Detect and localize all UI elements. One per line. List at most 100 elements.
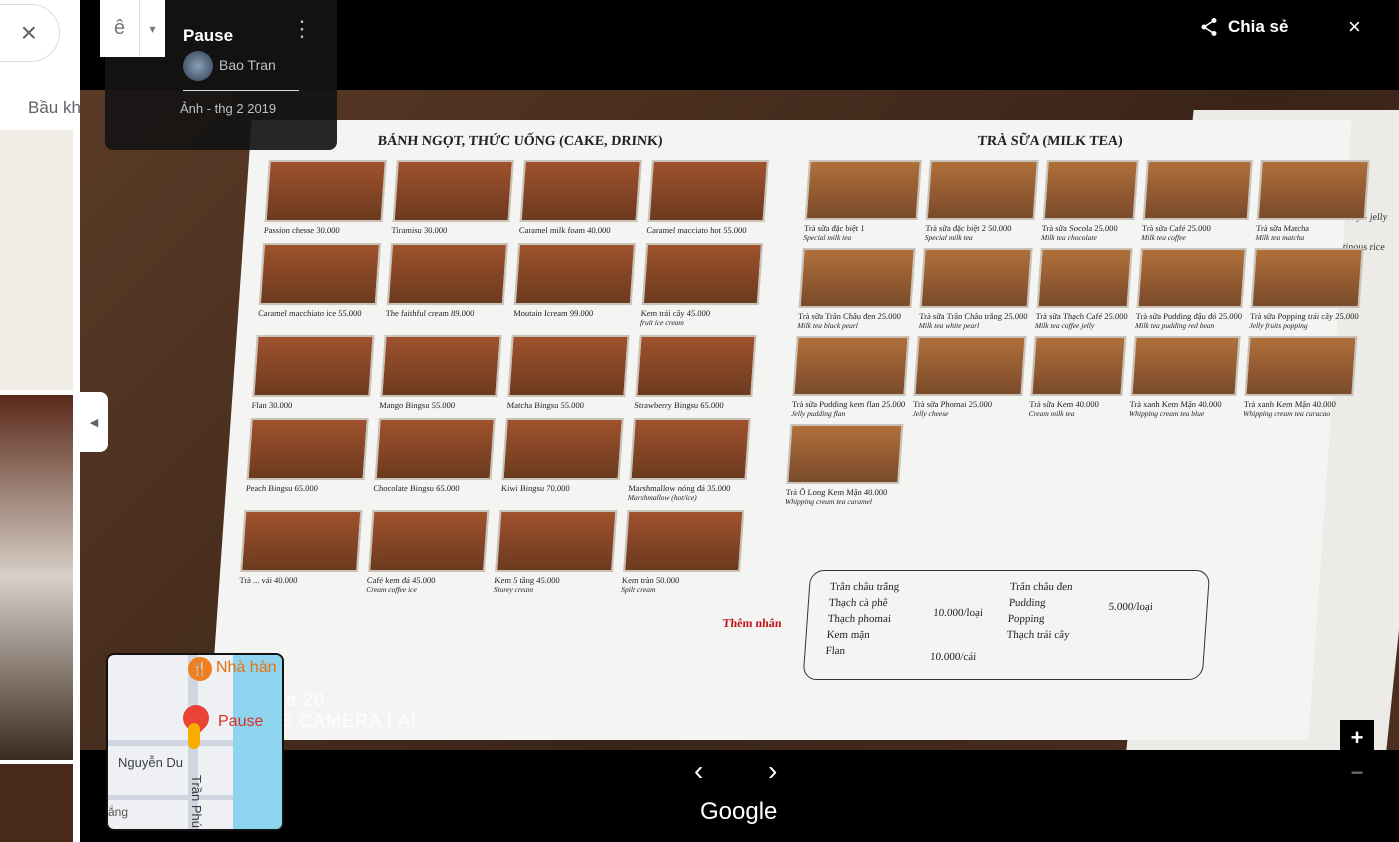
menu-item-name: Kem 5 tầng 45.000 xyxy=(494,575,561,585)
menu-item-name: Trà sữa Trân Châu đen 25.000 xyxy=(797,311,902,321)
menu-item-image xyxy=(1042,160,1139,220)
menu-item-english: Jelly fruits popping xyxy=(1249,321,1309,330)
menu-item-english: Special milk tea xyxy=(924,233,974,242)
menu-item-image xyxy=(629,418,751,480)
menu-item-image xyxy=(240,510,362,572)
pegman-icon[interactable] xyxy=(188,723,200,749)
ime-dropdown-icon[interactable]: ▾ xyxy=(140,0,165,57)
menu-item-image xyxy=(519,160,642,222)
menu-item: Moutain Icream 99.000 xyxy=(512,243,636,327)
close-search-button[interactable]: × xyxy=(0,4,60,62)
menu-item-english: Jelly cheese xyxy=(912,409,949,418)
menu-item-english: Milk tea chocolate xyxy=(1040,233,1098,242)
share-button[interactable]: Chia sẻ xyxy=(1200,17,1288,37)
menu-item-name: The faithful cream 89.000 xyxy=(385,308,475,318)
menu-item-english: Cream milk tea xyxy=(1028,409,1075,418)
zoom-out-button[interactable]: − xyxy=(1340,755,1374,790)
menu-item-image xyxy=(507,335,630,397)
menu-item: The faithful cream 89.000 xyxy=(385,243,509,327)
topping-price: 5.000/loại xyxy=(1108,601,1154,613)
menu-item: Kem trái cây 45.000 fruit ice cream xyxy=(639,243,764,327)
chevron-left-icon: ◀ xyxy=(89,416,99,429)
menu-item-english: Milk tea coffee xyxy=(1140,233,1187,242)
menu-item-image xyxy=(786,424,904,484)
road xyxy=(108,740,233,746)
menu-item: Trà sữa đặc biệt 1 Special milk tea xyxy=(803,160,923,242)
prev-photo-button[interactable]: ‹ xyxy=(694,755,703,787)
menu-item: Trà xanh Kem Mận 40.000 Whipping cream te… xyxy=(1129,336,1241,418)
photo-thumbnail[interactable] xyxy=(0,130,73,390)
topping-item: Flan xyxy=(825,645,846,657)
menu-item: Flan 30.000 xyxy=(251,335,375,410)
menu-item-image xyxy=(1142,160,1253,220)
zoom-in-button[interactable]: + xyxy=(1340,720,1374,755)
menu-item: Caramel milk foam 40.000 xyxy=(519,160,642,235)
menu-item-image xyxy=(1036,248,1133,308)
menu-item-image xyxy=(798,248,917,308)
menu-item-english: Milk tea pudding red bean xyxy=(1134,321,1215,330)
topping-price: 10.000/cái xyxy=(929,651,977,663)
menu-item-name: Mango Bingsu 55.000 xyxy=(378,400,456,410)
topping-item: Trân châu trắng xyxy=(829,581,900,593)
author-name[interactable]: Bao Tran xyxy=(219,57,276,73)
ime-char[interactable]: ê xyxy=(100,0,140,57)
zoom-controls: + − xyxy=(1340,720,1374,790)
next-photo-button[interactable]: › xyxy=(768,755,777,787)
close-viewer-button[interactable]: × xyxy=(1348,14,1361,40)
menu-item: Caramel macciato hot 55.000 xyxy=(646,160,769,235)
menu-item-image xyxy=(641,243,764,305)
menu-item-name: Trà sữa Pudding đậu đỏ 25.000 xyxy=(1135,311,1243,321)
menu-item-name: Trà xanh Kem Mận 40.000 xyxy=(1129,399,1222,409)
place-label: Pause xyxy=(218,713,264,730)
menu-item-image xyxy=(252,335,375,397)
minimap[interactable]: 🍴 Nhà hàn Pause Nguyễn Du Trần Phú ắng xyxy=(106,653,284,831)
partial-tab-label[interactable]: Bầu kh xyxy=(28,98,80,118)
avatar[interactable] xyxy=(183,51,213,81)
menu-item-name: Café kem đá 45.000 xyxy=(366,575,436,585)
menu-item-name: Tiramisu 30.000 xyxy=(391,225,448,235)
menu-item-name: Caramel milk foam 40.000 xyxy=(518,225,611,235)
menu-item: Trà sữa Socola 25.000 Milk tea chocolate xyxy=(1041,160,1139,242)
menu-item-image xyxy=(913,336,1027,396)
menu-item-english: Spilt cream xyxy=(621,585,656,594)
photo-thumbnail[interactable] xyxy=(0,395,73,760)
close-icon: × xyxy=(20,17,37,48)
menu-item-name: Trà sữa Popping trái cây 25.000 xyxy=(1249,311,1360,321)
menu-item: Trà ... vải 40.000 xyxy=(239,510,362,594)
menu-item-image xyxy=(926,160,1039,220)
street-label: Trần Phú xyxy=(189,775,204,828)
topping-item: Kem mặn xyxy=(826,629,871,641)
street-label: Nguyễn Du xyxy=(118,755,184,770)
menu-item: Passion chesse 30.000 xyxy=(264,160,387,235)
menu-item-image xyxy=(495,510,617,572)
place-title[interactable]: Pause xyxy=(183,26,233,46)
topping-item: Pudding xyxy=(1008,597,1047,609)
menu-item-image xyxy=(386,243,509,305)
menu-item-image xyxy=(258,243,381,305)
menu-photo[interactable]: SỮA CHUASữa chua đá/ Yogurt iceSữa chua … xyxy=(80,90,1399,750)
menu-item-english: Storey cream xyxy=(493,585,534,594)
sea xyxy=(233,655,282,829)
toppings-box: Thêm nhân Trân châu trắng Thạch cà phê Thạ… xyxy=(722,570,1211,680)
menu-item: Chocolate Bingsu 65.000 xyxy=(372,418,496,502)
menu-item: Trà sữa Popping trái cây 25.000 Jelly fru… xyxy=(1249,248,1364,330)
menu-item-image xyxy=(1244,336,1358,396)
menu-item-image xyxy=(264,160,387,222)
photo-thumbnail[interactable] xyxy=(0,764,73,842)
menu-item-image xyxy=(246,418,369,480)
road xyxy=(108,795,233,800)
tea-heading: TRÀ SỮA (MILK TEA) xyxy=(977,134,1124,149)
menu-item-name: Trà sữa Phomai 25.000 xyxy=(912,399,993,409)
menu-item-image xyxy=(792,336,910,396)
menu-item-image xyxy=(501,418,624,480)
collapse-panel-button[interactable]: ◀ xyxy=(80,392,108,452)
menu-item-english: fruit ice cream xyxy=(639,318,685,327)
input-method-widget[interactable]: ê ▾ xyxy=(100,0,165,57)
menu-item-english: Jelly pudding flan xyxy=(790,409,846,418)
photo-date: Ảnh - thg 2 2019 xyxy=(180,101,277,116)
menu-item-image xyxy=(374,418,496,480)
more-options-icon[interactable]: ⋮ xyxy=(291,18,313,40)
restaurant-icon: 🍴 xyxy=(188,657,212,681)
watermark-line: te 20 xyxy=(280,690,326,710)
menu-item: Trà sữa Pudding đậu đỏ 25.000 Milk tea pu… xyxy=(1135,248,1247,330)
